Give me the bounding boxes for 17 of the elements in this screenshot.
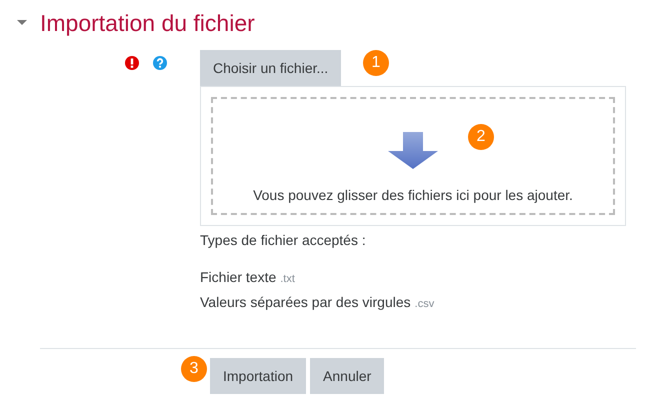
accepted-types-label: Types de fichier acceptés : <box>200 232 367 248</box>
section-title: Importation du fichier <box>40 10 255 36</box>
import-button[interactable]: Importation <box>210 358 306 394</box>
file-type-name: Fichier texte <box>200 269 276 285</box>
choose-file-button[interactable]: Choisir un fichier... <box>200 50 342 86</box>
file-extension: .csv <box>414 298 434 310</box>
drop-hint: Vous pouvez glisser des fichiers ici pour les ajouter. <box>253 187 573 203</box>
callout-badge: 1 <box>363 50 389 76</box>
file-type-name: Valeurs séparées par des virgules <box>200 294 411 310</box>
cancel-button[interactable]: Annuler <box>310 358 384 394</box>
file-extension: .txt <box>280 273 295 285</box>
down-arrow-icon <box>387 131 439 171</box>
help-icon[interactable] <box>153 56 167 70</box>
callout-badge: 2 <box>468 124 494 150</box>
drop-zone[interactable]: 2 Vous pouvez glisser des fichiers ici pour les ajouter. <box>211 97 615 215</box>
callout-badge: 3 <box>181 356 207 382</box>
required-icon <box>125 56 139 70</box>
